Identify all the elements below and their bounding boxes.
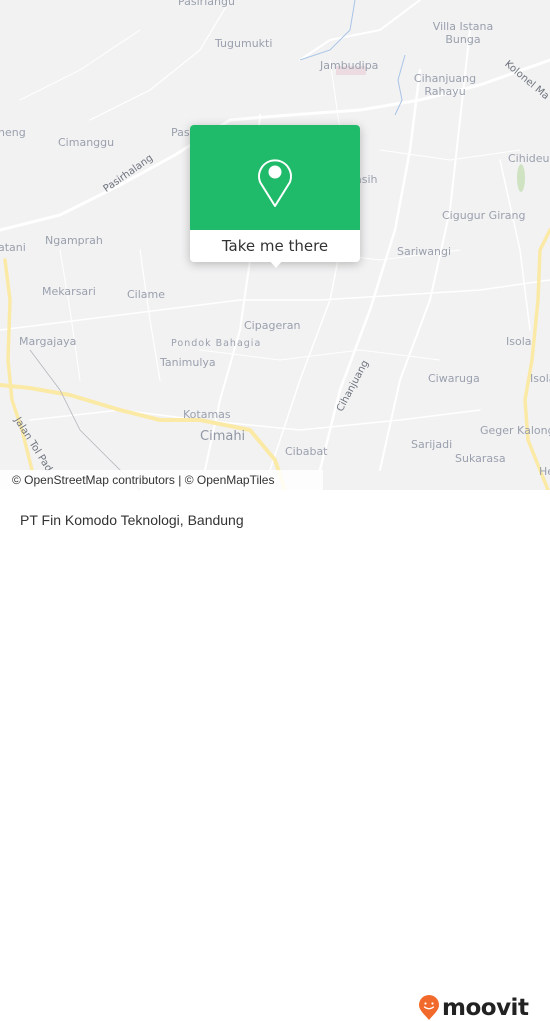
map-label-cimanggu: Cimanggu: [58, 136, 115, 149]
place-name: PT Fin Komodo Teknologi, Bandung: [20, 512, 244, 528]
take-me-there-button[interactable]: Take me there: [190, 230, 360, 262]
map-label-sarijadi: Sarijadi: [411, 438, 453, 451]
map-label-geger-kalong: Geger Kalong: [480, 424, 550, 437]
map-label-cihideung: Cihideun: [508, 152, 550, 165]
map-label-cigugur-girang: Cigugur Girang: [442, 209, 526, 222]
map-label-mekarsari: Mekarsari: [42, 285, 96, 298]
map-pin-icon: [258, 159, 292, 207]
map-label-pas: Pas: [171, 126, 190, 139]
map-label-tugumukti: Tugumukti: [215, 37, 273, 50]
map-label-isola: Isola: [506, 335, 532, 348]
map-canvas[interactable]: Pasirlangu Tugumukti Villa Istana Bunga …: [0, 0, 550, 490]
popup-pointer: [268, 259, 284, 268]
moovit-wordmark: moovit: [442, 995, 529, 1021]
map-label-sukarasa: Sukarasa: [455, 452, 506, 465]
map-label-isola-2: Isola: [530, 372, 550, 385]
footer-bar: PT Fin Komodo Teknologi, Bandung moovit: [0, 490, 550, 1021]
map-label-ciwaruga: Ciwaruga: [428, 372, 480, 385]
map-label-villa-istana-bunga: Villa Istana Bunga: [430, 20, 496, 46]
map-label-he: He: [539, 465, 550, 478]
location-popup: Take me there: [190, 125, 360, 268]
map-label-jambudipa: Jambudipa: [320, 59, 379, 72]
map-label-cimahi: Cimahi: [200, 429, 246, 444]
map-label-kotamas: Kotamas: [183, 408, 231, 421]
popup-header: [190, 125, 360, 230]
label-line: Cihanjuang: [413, 72, 477, 85]
map-label-cibabat: Cibabat: [285, 445, 328, 458]
map-attribution[interactable]: © OpenStreetMap contributors | © OpenMap…: [0, 470, 323, 490]
map-label-ngeng: neng: [0, 126, 26, 139]
map-label-pasirlangu: Pasirlangu: [178, 0, 235, 8]
moovit-logo[interactable]: moovit: [418, 995, 529, 1021]
label-line: Rahayu: [424, 85, 466, 98]
map-label-cipageran: Cipageran: [244, 319, 301, 332]
label-line: Bunga: [445, 33, 481, 46]
map-label-margajaya: Margajaya: [19, 335, 77, 348]
map-label-pondok-bahagia: Pondok Bahagia: [171, 338, 262, 349]
map-label-ngamprah: Ngamprah: [45, 234, 103, 247]
moovit-pin-icon: [419, 995, 439, 1020]
map-label-cihanjuang-rahayu: Cihanjuang Rahayu: [412, 72, 478, 98]
map-label-batani: atani: [0, 241, 26, 254]
map-label-cilame: Cilame: [127, 288, 166, 301]
map-label-tanimulya: Tanimulya: [160, 356, 216, 369]
map-label-sariwangi: Sariwangi: [397, 245, 452, 258]
label-line: Villa Istana: [432, 20, 494, 33]
